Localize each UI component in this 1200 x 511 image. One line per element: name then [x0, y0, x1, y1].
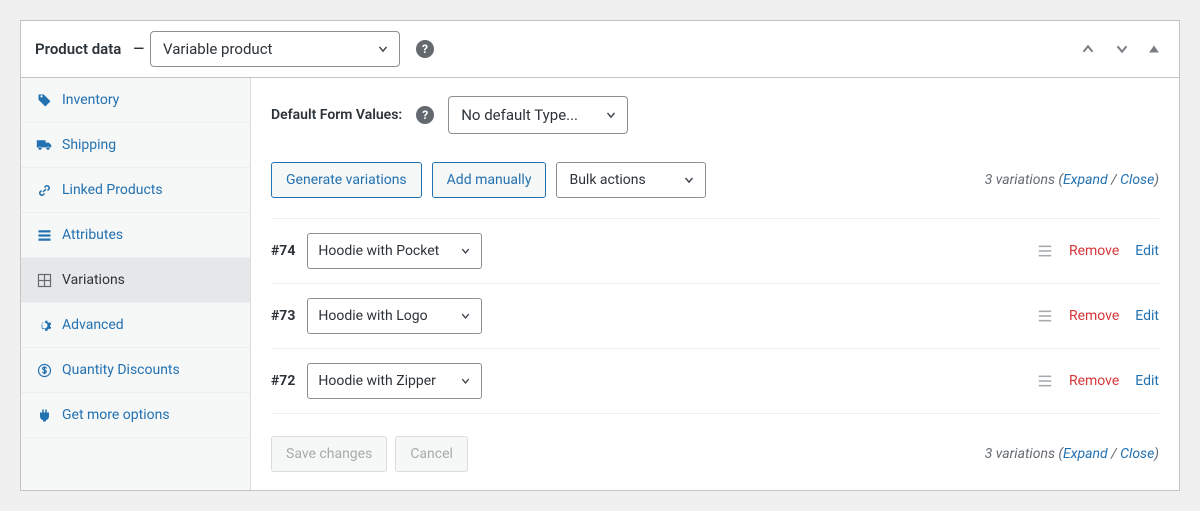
tab-advanced[interactable]: Advanced — [21, 303, 250, 348]
variation-attribute-select[interactable]: Hoodie with Pocket — [307, 233, 482, 269]
variation-actions: Remove Edit — [1037, 243, 1159, 259]
bulk-actions-value: Bulk actions — [569, 172, 645, 188]
drag-handle-icon[interactable] — [1037, 309, 1053, 323]
tab-label: Get more options — [62, 407, 170, 423]
variations-count: 3 variations — [985, 446, 1055, 462]
remove-link[interactable]: Remove — [1069, 373, 1119, 389]
variation-attribute-select[interactable]: Hoodie with Logo — [307, 298, 482, 334]
button-label: Save changes — [286, 446, 372, 462]
tab-label: Linked Products — [62, 182, 163, 198]
tab-label: Shipping — [62, 137, 116, 153]
button-label: Add manually — [447, 172, 532, 188]
help-icon[interactable]: ? — [416, 40, 434, 58]
chevron-up-icon[interactable] — [1075, 36, 1101, 62]
expand-link[interactable]: Expand — [1063, 446, 1108, 462]
variation-attribute-value: Hoodie with Pocket — [318, 243, 439, 259]
header-actions — [1075, 36, 1165, 62]
sidebar-tabs: Inventory Shipping Linked Products Attri… — [21, 78, 251, 490]
default-form-value: No default Type... — [461, 106, 578, 124]
plugin-icon — [36, 407, 52, 423]
variation-id: #72 — [271, 373, 295, 389]
product-type-value: Variable product — [163, 40, 272, 58]
tab-label: Attributes — [62, 227, 123, 243]
edit-link[interactable]: Edit — [1135, 308, 1159, 324]
gear-icon — [36, 317, 52, 333]
variation-actions: Remove Edit — [1037, 373, 1159, 389]
tab-label: Variations — [62, 272, 125, 288]
expand-link[interactable]: Expand — [1063, 172, 1108, 188]
variation-row: #74 Hoodie with Pocket Remove Edit — [271, 218, 1159, 283]
variation-row: #73 Hoodie with Logo Remove Edit — [271, 283, 1159, 348]
default-form-row: Default Form Values: ? No default Type..… — [271, 96, 1159, 134]
variation-list: #74 Hoodie with Pocket Remove Edit #73 Hoodie… — [271, 218, 1159, 414]
button-label: Generate variations — [286, 172, 407, 188]
variations-count: 3 variations — [985, 172, 1055, 188]
button-label: Cancel — [410, 446, 453, 462]
panel-body: Inventory Shipping Linked Products Attri… — [21, 78, 1179, 490]
close-link[interactable]: Close — [1120, 446, 1154, 462]
drag-handle-icon[interactable] — [1037, 374, 1053, 388]
default-form-select[interactable]: No default Type... — [448, 96, 628, 134]
tab-attributes[interactable]: Attributes — [21, 213, 250, 258]
tab-inventory[interactable]: Inventory — [21, 78, 250, 123]
content-pane: Default Form Values: ? No default Type..… — [251, 78, 1179, 490]
save-changes-button[interactable]: Save changes — [271, 436, 387, 472]
grid-icon — [36, 272, 52, 288]
tab-shipping[interactable]: Shipping — [21, 123, 250, 168]
variation-actions: Remove Edit — [1037, 308, 1159, 324]
edit-link[interactable]: Edit — [1135, 243, 1159, 259]
tab-variations[interactable]: Variations — [21, 258, 250, 303]
remove-link[interactable]: Remove — [1069, 243, 1119, 259]
add-manually-button[interactable]: Add manually — [432, 162, 547, 198]
dollar-icon — [36, 362, 52, 378]
tab-get-more-options[interactable]: Get more options — [21, 393, 250, 438]
truck-icon — [36, 137, 52, 153]
product-data-panel: Product data — Variable product ? Invent… — [20, 20, 1180, 491]
variation-attribute-value: Hoodie with Zipper — [318, 373, 436, 389]
variation-id: #73 — [271, 308, 295, 324]
variations-toolbar: Generate variations Add manually Bulk ac… — [271, 162, 1159, 198]
panel-header: Product data — Variable product ? — [21, 21, 1179, 78]
variation-id: #74 — [271, 243, 295, 259]
bulk-actions-select[interactable]: Bulk actions — [556, 162, 706, 198]
generate-variations-button[interactable]: Generate variations — [271, 162, 422, 198]
triangle-up-icon[interactable] — [1143, 38, 1165, 60]
tab-label: Inventory — [62, 92, 119, 108]
tag-icon — [36, 92, 52, 108]
help-icon[interactable]: ? — [416, 106, 434, 124]
edit-link[interactable]: Edit — [1135, 373, 1159, 389]
product-type-select[interactable]: Variable product — [150, 31, 400, 67]
tab-linked-products[interactable]: Linked Products — [21, 168, 250, 213]
remove-link[interactable]: Remove — [1069, 308, 1119, 324]
variations-summary: 3 variations (Expand / Close) — [985, 446, 1159, 462]
drag-handle-icon[interactable] — [1037, 244, 1053, 258]
variations-footer: Save changes Cancel 3 variations (Expand… — [271, 414, 1159, 472]
variations-summary: 3 variations (Expand / Close) — [985, 172, 1159, 188]
close-link[interactable]: Close — [1120, 172, 1154, 188]
variation-attribute-select[interactable]: Hoodie with Zipper — [307, 363, 482, 399]
panel-title: Product data — [35, 40, 121, 58]
title-separator: — — [133, 41, 144, 57]
tab-label: Advanced — [62, 317, 124, 333]
variation-attribute-value: Hoodie with Logo — [318, 308, 427, 324]
chevron-down-icon[interactable] — [1109, 36, 1135, 62]
cancel-button[interactable]: Cancel — [395, 436, 468, 472]
tab-label: Quantity Discounts — [62, 362, 180, 378]
link-icon — [36, 182, 52, 198]
default-form-label: Default Form Values: — [271, 107, 402, 123]
list-icon — [36, 227, 52, 243]
variation-row: #72 Hoodie with Zipper Remove Edit — [271, 348, 1159, 414]
tab-quantity-discounts[interactable]: Quantity Discounts — [21, 348, 250, 393]
